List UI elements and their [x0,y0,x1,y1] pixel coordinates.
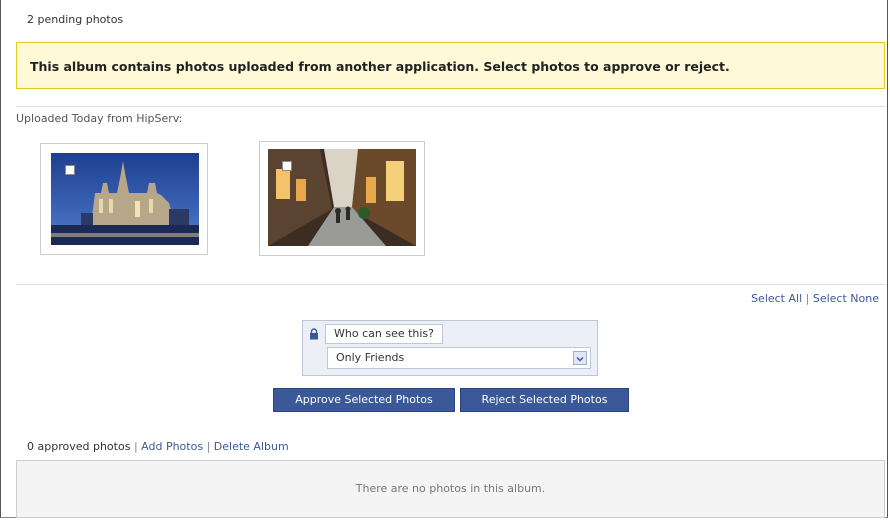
divider [16,106,885,107]
approve-selected-button[interactable]: Approve Selected Photos [273,388,455,412]
chevron-down-icon[interactable] [573,351,587,365]
album-approval-panel: 2 pending photos This album contains pho… [0,0,888,518]
lock-icon [310,328,318,340]
privacy-selector: Who can see this? Only Friends [302,320,598,376]
approved-count: 0 approved photos [27,440,131,453]
privacy-question: Who can see this? [325,324,444,344]
approved-photos-row: 0 approved photos | Add Photos | Delete … [27,440,289,453]
link-separator: | [805,292,810,305]
pending-photos-title: 2 pending photos [27,13,124,26]
delete-album-link[interactable]: Delete Album [214,440,289,453]
privacy-dropdown[interactable]: Only Friends [327,347,591,369]
photo-2-checkbox[interactable] [282,161,292,171]
selection-links: Select All | Select None [751,292,879,305]
divider [16,284,885,285]
uploaded-source-label: Uploaded Today from HipServ: [16,112,183,125]
photo-thumbnail-1[interactable] [40,143,208,255]
select-all-link[interactable]: Select All [751,292,802,305]
link-separator: | [133,440,138,453]
photo-thumbnail-2[interactable] [259,141,425,256]
reject-selected-button[interactable]: Reject Selected Photos [460,388,629,412]
select-none-link[interactable]: Select None [813,292,879,305]
photo-1-checkbox[interactable] [65,165,75,175]
add-photos-link[interactable]: Add Photos [141,440,203,453]
empty-album-message: There are no photos in this album. [16,460,885,518]
privacy-selected-option: Only Friends [336,351,405,364]
approval-notice: This album contains photos uploaded from… [16,42,885,89]
link-separator: | [206,440,211,453]
